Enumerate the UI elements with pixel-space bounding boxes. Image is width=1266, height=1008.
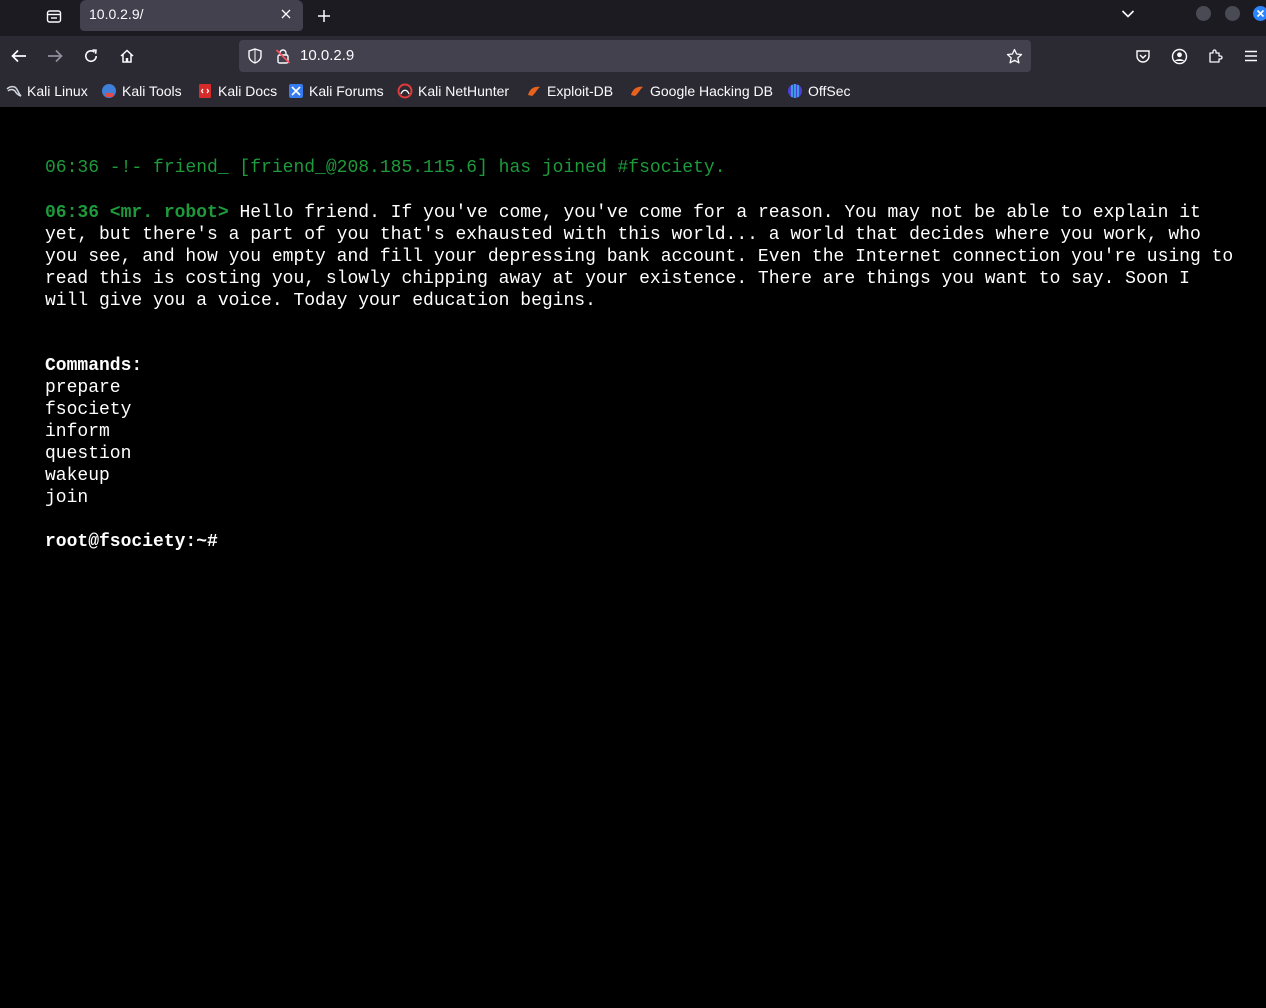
kali-tools-icon xyxy=(101,83,117,99)
exploit-db-icon xyxy=(526,83,542,99)
bookmark-label: Kali Tools xyxy=(122,83,182,99)
hamburger-menu-icon xyxy=(1245,50,1257,62)
command-item: inform xyxy=(45,422,110,442)
bookmark-label: Kali Docs xyxy=(218,83,278,99)
bookmark-kali-nethunter[interactable]: Kali NetHunter xyxy=(397,81,509,101)
offsec-icon xyxy=(787,83,803,99)
bookmarks-toolbar: Kali Linux Kali Tools Kali Docs Kali For… xyxy=(0,76,1266,107)
bookmark-star-icon[interactable] xyxy=(1005,47,1023,65)
tab-active[interactable]: 10.0.2.9/ xyxy=(80,0,303,31)
close-window-button[interactable] xyxy=(1253,6,1266,21)
address-bar[interactable]: 10.0.2.9 xyxy=(239,40,1031,72)
plus-icon xyxy=(318,10,330,22)
arrow-left-icon xyxy=(11,49,26,63)
command-item: join xyxy=(45,488,89,508)
navigation-toolbar: 10.0.2.9 xyxy=(0,36,1266,76)
command-item: prepare xyxy=(45,378,121,398)
commands-heading: Commands: xyxy=(45,356,143,376)
firefox-view-button[interactable] xyxy=(40,4,68,28)
commands-list: prepare fsociety inform question wakeup … xyxy=(45,377,131,509)
pocket-icon xyxy=(1136,50,1150,63)
tab-close-button[interactable] xyxy=(277,5,295,23)
bookmark-kali-linux[interactable]: Kali Linux xyxy=(6,81,88,101)
bookmark-label: Kali Forums xyxy=(309,83,384,99)
bookmark-exploit-db[interactable]: Exploit-DB xyxy=(526,81,613,101)
maximize-window-button[interactable] xyxy=(1225,6,1240,21)
bookmark-offsec[interactable]: OffSec xyxy=(787,81,851,101)
url-text: 10.0.2.9 xyxy=(300,47,355,64)
kali-dragon-icon xyxy=(6,83,22,99)
bookmark-label: OffSec xyxy=(808,83,851,99)
kali-docs-icon xyxy=(197,83,213,99)
minimize-window-button[interactable] xyxy=(1196,6,1211,21)
home-button[interactable] xyxy=(115,44,139,68)
pocket-button[interactable] xyxy=(1131,44,1155,68)
irc-join-line: 06:36 -!- friend_ [friend_@208.185.115.6… xyxy=(45,158,726,178)
forward-button[interactable] xyxy=(43,44,67,68)
extensions-button[interactable] xyxy=(1203,44,1227,68)
kali-forums-icon xyxy=(288,83,304,99)
reload-button[interactable] xyxy=(79,44,103,68)
nethunter-icon xyxy=(397,83,413,99)
tab-title: 10.0.2.9/ xyxy=(89,6,144,22)
command-item: wakeup xyxy=(45,466,110,486)
account-icon xyxy=(1171,48,1187,64)
page-content: 06:36 -!- friend_ [friend_@208.185.115.6… xyxy=(0,107,1266,1008)
command-item: question xyxy=(45,444,132,464)
close-icon xyxy=(1256,9,1265,18)
arrow-right-icon xyxy=(48,49,63,63)
app-menu-button[interactable] xyxy=(1239,44,1263,68)
bookmark-kali-docs[interactable]: Kali Docs xyxy=(197,81,277,101)
insecure-lock-icon[interactable] xyxy=(274,47,292,65)
irc-message: 06:36 <mr. robot> Hello friend. If you'v… xyxy=(45,202,1235,312)
new-tab-button[interactable] xyxy=(312,4,336,28)
tracking-protection-shield-icon[interactable] xyxy=(246,47,264,65)
bookmark-label: Exploit-DB xyxy=(547,83,614,99)
account-button[interactable] xyxy=(1167,44,1191,68)
ghdb-icon xyxy=(629,83,645,99)
bookmark-label: Kali NetHunter xyxy=(418,83,510,99)
bookmark-kali-forums[interactable]: Kali Forums xyxy=(288,81,384,101)
shell-prompt[interactable]: root@fsociety:~# xyxy=(45,531,218,553)
command-item: fsociety xyxy=(45,400,132,420)
firefox-view-icon xyxy=(46,10,62,23)
reload-icon xyxy=(85,49,98,63)
close-icon xyxy=(281,9,291,19)
chevron-down-icon xyxy=(1121,10,1135,18)
list-all-tabs-button[interactable] xyxy=(1117,4,1139,24)
puzzle-piece-icon xyxy=(1209,49,1223,63)
bookmark-label: Kali Linux xyxy=(27,83,88,99)
tab-strip: 10.0.2.9/ xyxy=(0,0,1266,36)
back-button[interactable] xyxy=(7,44,31,68)
bookmark-kali-tools[interactable]: Kali Tools xyxy=(101,81,182,101)
irc-message-nick: 06:36 <mr. robot> xyxy=(45,203,229,223)
bookmark-google-hacking-db[interactable]: Google Hacking DB xyxy=(629,81,773,101)
bookmark-label: Google Hacking DB xyxy=(650,83,773,99)
home-icon xyxy=(120,49,134,63)
